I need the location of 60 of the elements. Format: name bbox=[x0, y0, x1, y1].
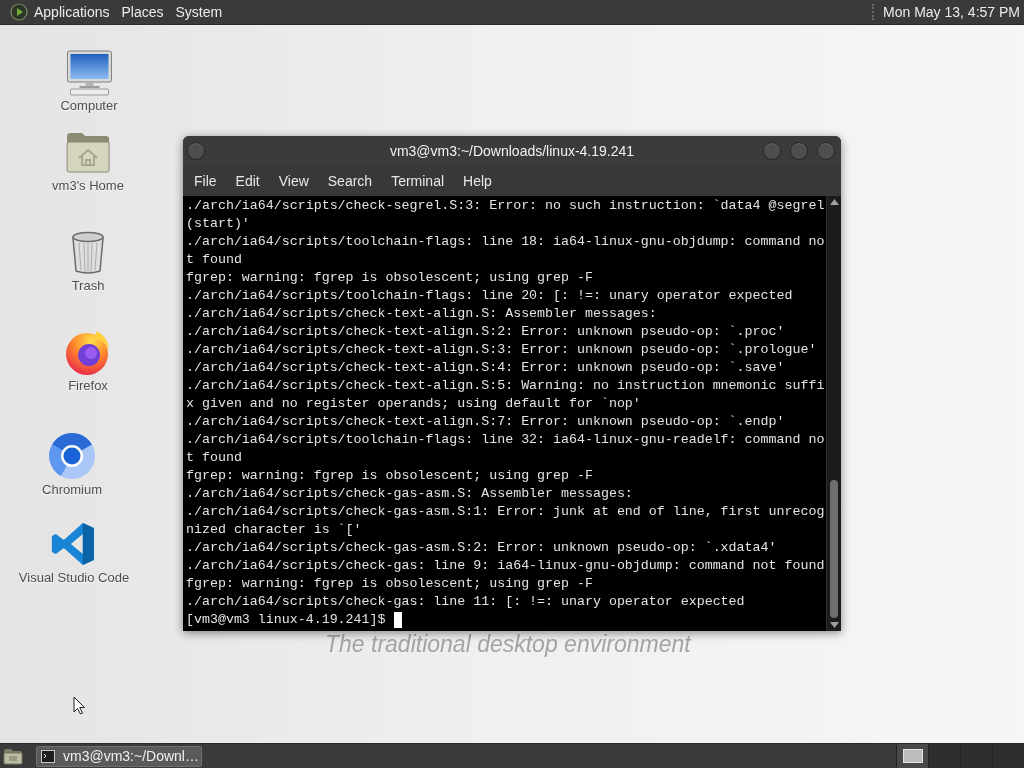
terminal-output-line: t found bbox=[186, 449, 242, 467]
terminal-output-line: ./arch/ia64/scripts/toolchain-flags: line 32: ia64-linux-gnu-readelf: command no bbox=[186, 431, 825, 449]
panel-menu[interactable]: Places bbox=[115, 0, 170, 25]
terminal-output-line: ./arch/ia64/scripts/check-segrel.S:3: Error: no such instruction: `data4 @segrel bbox=[186, 197, 825, 215]
desktop-shortcut[interactable]: Trash bbox=[64, 228, 112, 294]
window-control-button[interactable] bbox=[763, 142, 781, 160]
window-control-button[interactable] bbox=[187, 142, 205, 160]
panel-menu[interactable]: Applications bbox=[28, 0, 116, 25]
mouse-pointer-icon bbox=[73, 696, 86, 715]
shell-prompt: [vm3@vm3 linux-4.19.241]$ bbox=[186, 611, 386, 629]
terminal-output-line: ./arch/ia64/scripts/check-gas-asm.S:1: Error: junk at end of line, first unrecog bbox=[186, 503, 825, 521]
menu-item[interactable]: File bbox=[188, 169, 223, 193]
terminal-output-line: fgrep: warning: fgrep is obsolescent; using grep -F bbox=[186, 467, 593, 485]
terminal-output-line: ./arch/ia64/scripts/check-text-align.S: Assembler messages: bbox=[186, 305, 657, 323]
browser-logo-icon bbox=[64, 328, 112, 376]
wallpaper-tagline: The traditional desktop environment bbox=[325, 632, 691, 656]
desktop-shortcut[interactable]: vm3's Home bbox=[52, 128, 124, 194]
desktop-shortcut[interactable]: Visual Studio Code bbox=[18, 520, 130, 586]
menu-item[interactable]: View bbox=[272, 169, 315, 193]
terminal-output-line: ./arch/ia64/scripts/check-text-align.S:3: Error: unknown pseudo-op: `.prologue' bbox=[186, 341, 817, 359]
scrollbar[interactable] bbox=[826, 196, 841, 631]
terminal-output-line: ./arch/ia64/scripts/toolchain-flags: line 18: ia64-linux-gnu-objdump: command no bbox=[186, 233, 825, 251]
terminal-icon bbox=[41, 749, 55, 763]
scroll-down-arrow-icon[interactable] bbox=[829, 622, 839, 628]
terminal-output-line: (start)' bbox=[186, 215, 250, 233]
clock[interactable]: Mon May 13, 4:57 PM bbox=[883, 0, 1020, 25]
terminal-output-line: ./arch/ia64/scripts/check-text-align.S:5: Warning: no instruction mnemonic suffi bbox=[186, 377, 825, 395]
terminal-output-line: x given and no register operands; using default for `nop' bbox=[186, 395, 641, 413]
terminal-output-line: fgrep: warning: fgrep is obsolescent; using grep -F bbox=[186, 575, 593, 593]
terminal-output-line: ./arch/ia64/scripts/check-gas: line 9: ia64-linux-gnu-objdump: command not found bbox=[186, 557, 825, 575]
terminal-output-line: ./arch/ia64/scripts/toolchain-flags: line 20: [: !=: unary operator expected bbox=[186, 287, 793, 305]
terminal-output-line: ./arch/ia64/scripts/check-gas-asm.S:2: Error: unknown pseudo-op: `.xdata4' bbox=[186, 539, 777, 557]
window-title: vm3@vm3:~/Downloads/linux-4.19.241 bbox=[389, 141, 635, 161]
desktop-folder-icon bbox=[3, 747, 23, 765]
window-control-button[interactable] bbox=[790, 142, 808, 160]
text-cursor-icon bbox=[393, 612, 402, 628]
scrollbar-thumb[interactable] bbox=[830, 480, 838, 618]
terminal-output-line: nized character is `[' bbox=[186, 521, 362, 539]
play-circle-icon[interactable] bbox=[10, 3, 28, 21]
terminal-output-line: ./arch/ia64/scripts/check-text-align.S:2: Error: unknown pseudo-op: `.proc' bbox=[186, 323, 785, 341]
desktop-shortcut[interactable]: Computer bbox=[60, 48, 118, 114]
menu-item[interactable]: Terminal bbox=[385, 169, 451, 193]
monitor-icon bbox=[65, 48, 113, 96]
window-control-button[interactable] bbox=[817, 142, 835, 160]
desktop-shortcut[interactable]: Firefox bbox=[64, 328, 112, 394]
menu-item[interactable]: Edit bbox=[229, 169, 266, 193]
taskbar-button[interactable]: vm3@vm3:~/Downl… bbox=[36, 745, 202, 767]
terminal-output-line: t found bbox=[186, 251, 242, 269]
terminal-output-line: ./arch/ia64/scripts/check-text-align.S:7: Error: unknown pseudo-op: `.endp' bbox=[186, 413, 785, 431]
terminal-output-line: ./arch/ia64/scripts/check-text-align.S:4: Error: unknown pseudo-op: `.save' bbox=[186, 359, 785, 377]
menu-item[interactable]: Help bbox=[457, 169, 498, 193]
scroll-up-arrow-icon[interactable] bbox=[829, 199, 839, 205]
terminal-output-line: ./arch/ia64/scripts/check-gas-asm.S: Assembler messages: bbox=[186, 485, 633, 503]
desktop-shortcut[interactable]: Chromium bbox=[42, 432, 102, 498]
workspace-button[interactable] bbox=[896, 744, 928, 768]
panel-menu[interactable]: System bbox=[169, 0, 229, 25]
browser-logo-icon bbox=[48, 432, 96, 480]
menu-item[interactable]: Search bbox=[321, 169, 379, 193]
terminal-output-line: ./arch/ia64/scripts/check-gas: line 11: [: !=: unary operator expected bbox=[186, 593, 745, 611]
terminal-output-line: fgrep: warning: fgrep is obsolescent; using grep -F bbox=[186, 269, 593, 287]
